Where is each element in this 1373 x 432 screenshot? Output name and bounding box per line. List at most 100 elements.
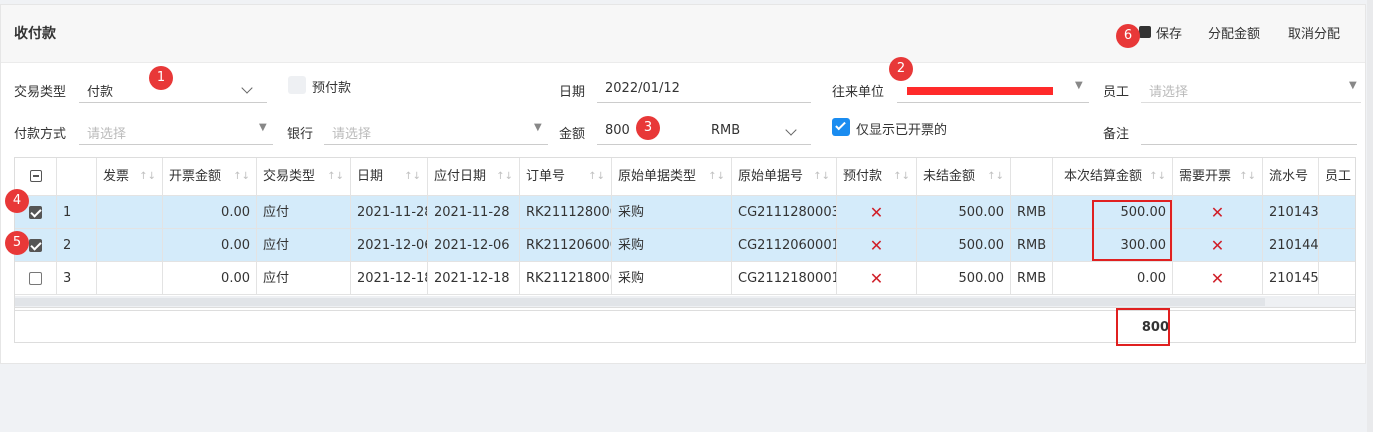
col-label: 交易类型 [263,169,316,184]
col-prepay[interactable]: 预付款 ↑↓ [837,158,917,195]
row-checkbox[interactable] [29,272,42,285]
col-open-amount[interactable]: 未结金额 ↑↓ [917,158,1011,195]
col-employee[interactable]: 员工 [1319,158,1355,195]
col-label: 发票 [103,169,130,184]
redacted-partner-name [907,87,1053,95]
tx-type-cell: 应付 [257,229,351,261]
partner-select[interactable]: ▼ [897,75,1089,103]
source-no-cell: CG2111280003 [732,196,837,228]
sort-icon[interactable]: ↑↓ [893,158,910,195]
sort-icon[interactable]: ↑↓ [1239,158,1256,195]
page-scrollbar[interactable] [1367,0,1373,432]
save-icon[interactable] [1139,26,1151,38]
check-icon [835,119,846,131]
col-invoice-amount[interactable]: 开票金额 ↑↓ [163,158,257,195]
invoice-amount-cell: 0.00 [163,229,257,261]
col-label: 未结金额 [923,169,976,184]
payment-method-select[interactable]: 请选择 ▼ [79,117,273,145]
invoice-cell [97,196,163,228]
col-label: 本次结算金额 [1063,169,1142,184]
col-tx-type[interactable]: 交易类型 ↑↓ [257,158,351,195]
select-all-checkbox[interactable] [30,170,42,182]
due-date-cell: 2021-12-18 [428,262,520,294]
sort-icon[interactable]: ↑↓ [327,158,344,195]
invoice-amount-cell: 0.00 [163,262,257,294]
date-label: 日期 [559,85,586,100]
prepay-checkbox[interactable] [288,76,306,94]
save-button[interactable]: 保存 [1156,23,1182,42]
tx-type-cell: 应付 [257,196,351,228]
date-cell: 2021-12-06 [351,229,428,261]
serial-cell: 210143 [1263,196,1319,228]
date-cell: 2021-11-28 [351,196,428,228]
col-label: 员工 [1325,169,1352,184]
row-index: 1 [57,196,97,228]
source-type-cell: 采购 [612,196,732,228]
col-due-date[interactable]: 应付日期 ↑↓ [428,158,520,195]
col-date[interactable]: 日期 ↑↓ [351,158,428,195]
col-label: 原始单据号 [738,169,804,184]
total-highlight-box [1116,308,1170,346]
sort-icon[interactable]: ↑↓ [588,158,605,195]
source-no-cell: CG2112180001 [732,262,837,294]
prepay-label: 预付款 [312,81,352,96]
invoiced-only-label: 仅显示已开票的 [856,123,948,138]
cancel-allocation-button[interactable]: 取消分配 [1288,23,1340,42]
sort-icon[interactable]: ↑↓ [496,158,513,195]
allocate-amount-button[interactable]: 分配金额 [1208,23,1260,42]
col-need-invoice[interactable]: 需要开票 ↑↓ [1173,158,1263,195]
amount-field[interactable]: 800 RMB [597,117,811,145]
col-settle-amount[interactable]: 本次结算金额 ↑↓ [1053,158,1173,195]
prepay-cross-icon: ✕ [837,262,917,294]
col-label: 订单号 [526,169,566,184]
row-checkbox[interactable] [29,206,42,219]
invoiced-only-checkbox[interactable] [832,118,850,136]
invoice-amount-cell: 0.00 [163,196,257,228]
currency-cell: RMB [1011,262,1053,294]
row-select-cell[interactable] [15,262,57,294]
serial-cell: 210144 [1263,229,1319,261]
col-invoice[interactable]: 发票 ↑↓ [97,158,163,195]
chevron-down-icon [785,124,797,136]
tx-type-label: 交易类型 [14,85,67,100]
page-title: 收付款 [14,26,56,42]
date-field[interactable]: 2022/01/12 [597,75,811,103]
table-header: 发票 ↑↓ 开票金额 ↑↓ 交易类型 ↑↓ 日期 ↑↓ 应付日期 ↑↓ 订单号 ↑↓ 原始单… [15,158,1355,196]
col-label: 预付款 [843,169,883,184]
col-source-no[interactable]: 原始单据号 ↑↓ [732,158,837,195]
invoice-cell [97,262,163,294]
currency-value: RMB [711,123,741,138]
col-order-no[interactable]: 订单号 ↑↓ [520,158,612,195]
sort-icon[interactable]: ↑↓ [404,158,421,195]
sort-icon[interactable]: ↑↓ [987,158,1004,195]
employee-select[interactable]: 请选择 ▼ [1141,75,1361,103]
bank-placeholder: 请选择 [332,127,372,142]
order-no-cell: RK2111280001 [520,196,612,228]
amount-label: 金额 [559,127,586,142]
annotation-badge: 5 [5,231,29,255]
col-source-type[interactable]: 原始单据类型 ↑↓ [612,158,732,195]
tx-type-select[interactable]: 付款 [79,75,267,103]
sort-icon[interactable]: ↑↓ [1149,158,1166,195]
bank-select[interactable]: 请选择 ▼ [324,117,548,145]
row-index: 3 [57,262,97,294]
employee-cell [1319,262,1355,294]
need-invoice-cross-icon: ✕ [1173,196,1263,228]
chevron-down-icon [241,82,253,94]
sort-icon[interactable]: ↑↓ [139,158,156,195]
amount-value: 800 [605,123,630,138]
note-field[interactable] [1141,117,1357,145]
payment-method-label: 付款方式 [14,127,67,142]
sort-icon[interactable]: ↑↓ [813,158,830,195]
horizontal-scrollbar[interactable] [15,296,1355,308]
scrollbar-thumb[interactable] [15,298,1265,306]
prepay-cross-icon: ✕ [837,229,917,261]
table-row[interactable]: 3 0.00 应付 2021-12-18 2021-12-18 RK211218… [15,262,1355,295]
settle-amount-cell[interactable]: 0.00 [1053,262,1173,294]
row-checkbox[interactable] [29,239,42,252]
col-serial[interactable]: 流水号 [1263,158,1319,195]
invoice-cell [97,229,163,261]
sort-icon[interactable]: ↑↓ [233,158,250,195]
sort-icon[interactable]: ↑↓ [708,158,725,195]
col-label: 需要开票 [1179,169,1232,184]
